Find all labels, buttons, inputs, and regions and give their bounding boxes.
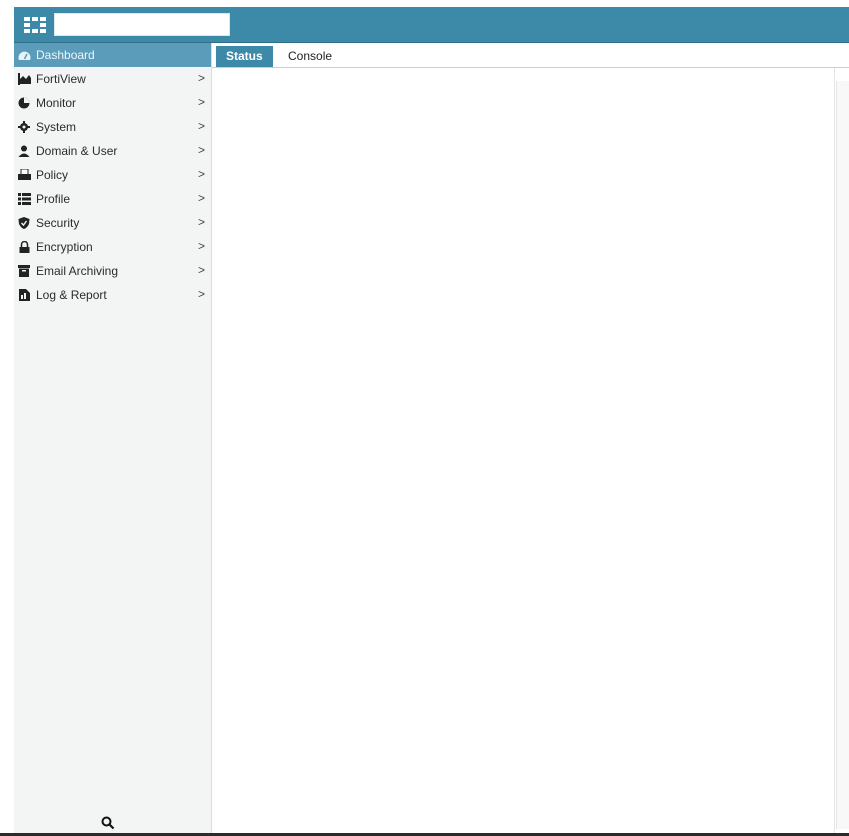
- sidebar: Dashboard FortiView > Monitor > System >: [14, 43, 212, 833]
- chevron-right-icon: >: [197, 167, 205, 181]
- sidebar-item-security[interactable]: Security >: [14, 211, 211, 235]
- hostname-box: [54, 13, 230, 36]
- main-panel: Status Console: [212, 43, 849, 833]
- chevron-right-icon: >: [197, 191, 205, 205]
- sidebar-item-profile[interactable]: Profile >: [14, 187, 211, 211]
- sidebar-item-label: Profile: [36, 192, 71, 206]
- chevron-right-icon: >: [197, 143, 205, 157]
- sidebar-item-fortiview[interactable]: FortiView >: [14, 67, 211, 91]
- policy-icon: [17, 168, 31, 182]
- dashboard-icon: [17, 48, 31, 62]
- chevron-right-icon: >: [197, 71, 205, 85]
- sidebar-item-monitor[interactable]: Monitor >: [14, 91, 211, 115]
- top-bar: [14, 7, 849, 43]
- content-area: [212, 68, 835, 833]
- sidebar-item-label: Monitor: [36, 96, 77, 110]
- sidebar-item-label: Log & Report: [36, 288, 107, 302]
- tab-bar: Status Console: [212, 43, 849, 68]
- sidebar-item-label: Security: [36, 216, 80, 230]
- app-window: Dashboard FortiView > Monitor > System >: [0, 0, 849, 836]
- sidebar-item-label: Domain & User: [36, 144, 118, 158]
- sidebar-item-encryption[interactable]: Encryption >: [14, 235, 211, 259]
- chevron-right-icon: >: [197, 287, 205, 301]
- fortiview-icon: [17, 72, 31, 86]
- sidebar-item-policy[interactable]: Policy >: [14, 163, 211, 187]
- monitor-icon: [17, 96, 31, 110]
- vertical-scrollbar[interactable]: [836, 81, 849, 829]
- lock-icon: [17, 240, 31, 254]
- fortinet-logo-icon[interactable]: [22, 15, 48, 35]
- tab-console[interactable]: Console: [278, 46, 342, 67]
- sidebar-item-label: FortiView: [36, 72, 86, 86]
- sidebar-item-label: Encryption: [36, 240, 93, 254]
- sidebar-item-log-report[interactable]: Log & Report >: [14, 283, 211, 307]
- shield-icon: [17, 216, 31, 230]
- gear-icon: [17, 120, 31, 134]
- sidebar-item-label: Email Archiving: [36, 264, 119, 278]
- sidebar-item-label: System: [36, 120, 77, 134]
- sidebar-item-email-archiving[interactable]: Email Archiving >: [14, 259, 211, 283]
- search-icon[interactable]: [100, 815, 116, 831]
- chevron-right-icon: >: [197, 215, 205, 229]
- sidebar-item-label: Dashboard: [36, 48, 95, 62]
- sidebar-item-domain-user[interactable]: Domain & User >: [14, 139, 211, 163]
- chevron-right-icon: >: [197, 119, 205, 133]
- chevron-right-icon: >: [197, 95, 205, 109]
- user-icon: [17, 144, 31, 158]
- report-icon: [17, 288, 31, 302]
- chevron-right-icon: >: [197, 239, 205, 253]
- chevron-right-icon: >: [197, 263, 205, 277]
- archive-icon: [17, 264, 31, 278]
- sidebar-item-dashboard[interactable]: Dashboard: [14, 43, 211, 67]
- sidebar-item-label: Policy: [36, 168, 69, 182]
- sidebar-item-system[interactable]: System >: [14, 115, 211, 139]
- profile-icon: [17, 192, 31, 206]
- tab-status[interactable]: Status: [216, 46, 273, 67]
